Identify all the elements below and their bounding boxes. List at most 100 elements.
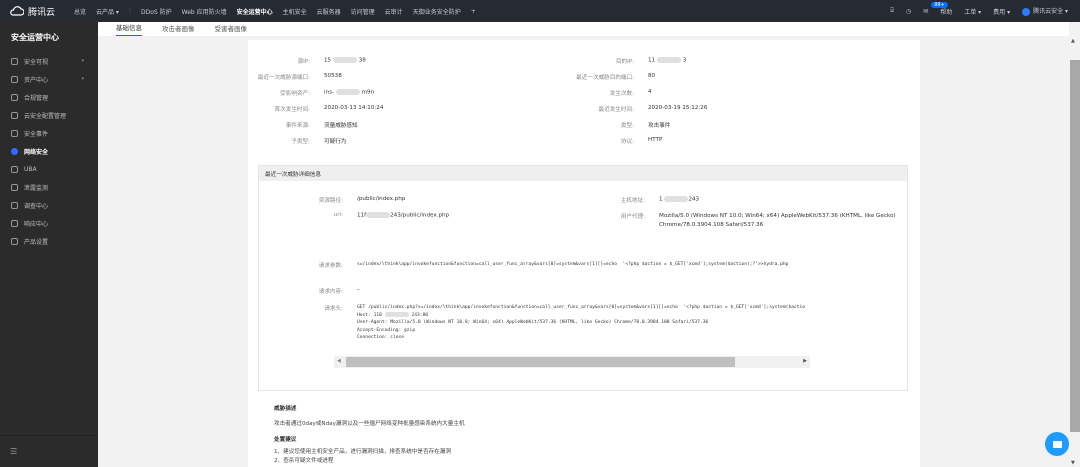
ticket-menu[interactable]: 工单 ▾ bbox=[964, 7, 981, 16]
info-label: 类型: bbox=[620, 123, 634, 129]
message-icon[interactable]: ✉ 99+ bbox=[923, 1, 948, 15]
billing-menu[interactable]: 费用 ▾ bbox=[993, 7, 1010, 16]
nav-item[interactable]: + bbox=[471, 8, 476, 15]
sidebar-item-icon bbox=[11, 129, 18, 137]
headers-label: 请求头: bbox=[324, 306, 343, 312]
info-value: 80 bbox=[648, 73, 656, 79]
clock-icon[interactable]: ◷ bbox=[906, 8, 911, 15]
scroll-up-icon[interactable]: ▲ bbox=[1071, 38, 1075, 44]
sidebar-item[interactable]: 响应中心 bbox=[0, 214, 98, 232]
nav-item[interactable]: 总览 bbox=[74, 7, 86, 16]
host-label: 主机地址: bbox=[620, 198, 645, 204]
scroll-left-icon[interactable]: ◀ bbox=[337, 358, 341, 364]
info-label: 最近发生时间: bbox=[598, 107, 634, 113]
sidebar-item-icon bbox=[11, 237, 18, 245]
sidebar-item-icon bbox=[11, 57, 18, 65]
sidebar-item[interactable]: 调查中心 bbox=[0, 196, 98, 214]
info-label: 首次发生时间: bbox=[274, 107, 310, 113]
chat-button[interactable] bbox=[1045, 432, 1069, 456]
scroll-right-icon[interactable]: ▶ bbox=[803, 358, 807, 364]
ua-label: 用户代理: bbox=[620, 214, 645, 220]
info-row: 类型: 攻击事件 bbox=[544, 121, 670, 129]
body-value: – bbox=[357, 287, 360, 293]
sidebar-item[interactable]: 网络安全 bbox=[0, 142, 98, 160]
nav-item[interactable]: 天御业务安全防护 bbox=[413, 7, 461, 16]
nav-item: | bbox=[128, 7, 131, 15]
top-nav-bar: 腾讯云 总览 云产品 ▾ | DDoS 防护 Web 应用防火墙 安全运营中心 主机安全 云服… bbox=[0, 0, 1080, 22]
sidebar-item-icon bbox=[11, 183, 18, 191]
info-value: 可疑行为 bbox=[324, 139, 347, 145]
chat-icon bbox=[1052, 440, 1062, 448]
info-row: 源IP: 15 38 bbox=[220, 57, 366, 65]
nav-item[interactable]: 安全运营中心 bbox=[237, 7, 273, 16]
info-value: 2020-03-13 14:10:24 bbox=[324, 105, 384, 111]
advice-item: 2、查杀可疑文件或进程 bbox=[274, 458, 334, 464]
info-label: 子类型: bbox=[291, 139, 310, 145]
chevron-down-icon: ▾ bbox=[81, 76, 84, 82]
nav-item[interactable]: 云服务器 bbox=[317, 7, 341, 16]
sidebar-item[interactable]: 安全可视 ▾ bbox=[0, 52, 98, 70]
brand-logo[interactable]: 腾讯云 bbox=[10, 5, 74, 18]
nav-item[interactable]: 云产品 ▾ bbox=[96, 7, 119, 16]
advice-title: 处置建议 bbox=[274, 437, 297, 443]
sidebar-item-label: 安全可视 bbox=[24, 58, 49, 66]
sidebar-item[interactable]: 泄露监测 bbox=[0, 178, 98, 196]
sidebar-item[interactable]: 安全事件 bbox=[0, 124, 98, 142]
tab-victim-profile[interactable]: 受害者画像 bbox=[215, 23, 248, 36]
nav-item[interactable]: 主机安全 bbox=[283, 7, 307, 16]
sidebar-item-label: 网络安全 bbox=[24, 148, 49, 156]
qr-icon[interactable]: ⌸ bbox=[890, 7, 894, 15]
horizontal-scrollbar[interactable]: ◀ ▶ bbox=[334, 356, 810, 368]
sidebar-item-icon bbox=[11, 201, 18, 209]
help-link[interactable]: 帮助 bbox=[940, 7, 952, 16]
avatar bbox=[1022, 7, 1031, 16]
sidebar-item-label: 合规管理 bbox=[24, 94, 49, 102]
sidebar-item[interactable]: UBA bbox=[0, 160, 98, 178]
sidebar-item[interactable]: 云安全配置管理 bbox=[0, 106, 98, 124]
threat-desc: 攻击者通过0day或Nday漏洞以及一些僵尸网络变种批量感染系统内大量主机 bbox=[274, 421, 465, 427]
chevron-down-icon: ▾ bbox=[81, 58, 84, 64]
sidebar-item-icon bbox=[11, 93, 18, 101]
sidebar-item-label: 泄露监测 bbox=[24, 184, 49, 192]
sidebar-item-icon bbox=[11, 111, 18, 119]
info-row: 最近发生时间: 2020-03-19 15:12:26 bbox=[544, 105, 708, 113]
info-label: 协议: bbox=[620, 139, 634, 145]
info-row: 事件来源: 流量威胁感知 bbox=[220, 121, 358, 129]
user-menu[interactable]: 腾讯云安全 ▾ bbox=[1022, 6, 1068, 16]
sidebar-item[interactable]: 合规管理 bbox=[0, 88, 98, 106]
scrollbar-thumb[interactable] bbox=[346, 357, 735, 367]
sidebar-item-label: 响应中心 bbox=[24, 220, 49, 228]
nav-item[interactable]: Web 应用防火墙 bbox=[182, 7, 227, 16]
nav-item[interactable]: 云审计 bbox=[385, 7, 403, 16]
sidebar-item[interactable]: 产品设置 bbox=[0, 232, 98, 250]
sidebar-item-icon bbox=[11, 165, 18, 173]
info-value: 4 bbox=[648, 89, 652, 95]
page-scrollbar-thumb[interactable] bbox=[1070, 60, 1080, 432]
url-value: 11f 243/public/index.php bbox=[357, 212, 450, 219]
tab-bar: 基础信息 攻击者画像 受害者画像 bbox=[98, 22, 1069, 36]
sidebar-item-label: 产品设置 bbox=[24, 238, 49, 246]
sidebar-item[interactable]: 资产中心 ▾ bbox=[0, 70, 98, 88]
info-value: 50538 bbox=[324, 73, 342, 79]
sidebar-item-label: 资产中心 bbox=[24, 76, 49, 84]
sidebar-title: 安全运营中心 bbox=[11, 33, 59, 42]
info-value: 攻击事件 bbox=[648, 123, 671, 129]
info-label: 事件来源: bbox=[285, 123, 310, 129]
info-label: 目的IP: bbox=[615, 59, 634, 65]
info-row: 最近一次威胁源端口: 50538 bbox=[220, 73, 342, 81]
nav-item[interactable]: 访问管理 bbox=[351, 7, 375, 16]
sidebar-item-icon bbox=[11, 147, 18, 155]
path-label: 资源路径: bbox=[318, 198, 343, 204]
event-detail-card: 源IP: 15 38 最近一次威胁源端口: 50538 受影响资产: ins- m9n 首次… bbox=[248, 40, 920, 467]
tab-basic-info[interactable]: 基础信息 bbox=[116, 22, 142, 36]
tab-attacker-profile[interactable]: 攻击者画像 bbox=[162, 23, 195, 36]
sidebar-item-icon bbox=[11, 75, 18, 83]
page-scrollbar[interactable]: ▲ ▼ bbox=[1069, 36, 1080, 467]
sidebar-item-icon bbox=[11, 219, 18, 227]
info-label: 最近一次威胁目的端口: bbox=[576, 75, 634, 81]
scroll-down-icon[interactable]: ▼ bbox=[1071, 460, 1075, 466]
collapse-sidebar-icon[interactable]: ☰ bbox=[10, 447, 17, 456]
info-value: 2020-03-19 15:12:26 bbox=[648, 105, 708, 111]
nav-item[interactable]: DDoS 防护 bbox=[141, 7, 172, 16]
info-value: 15 38 bbox=[324, 57, 366, 64]
